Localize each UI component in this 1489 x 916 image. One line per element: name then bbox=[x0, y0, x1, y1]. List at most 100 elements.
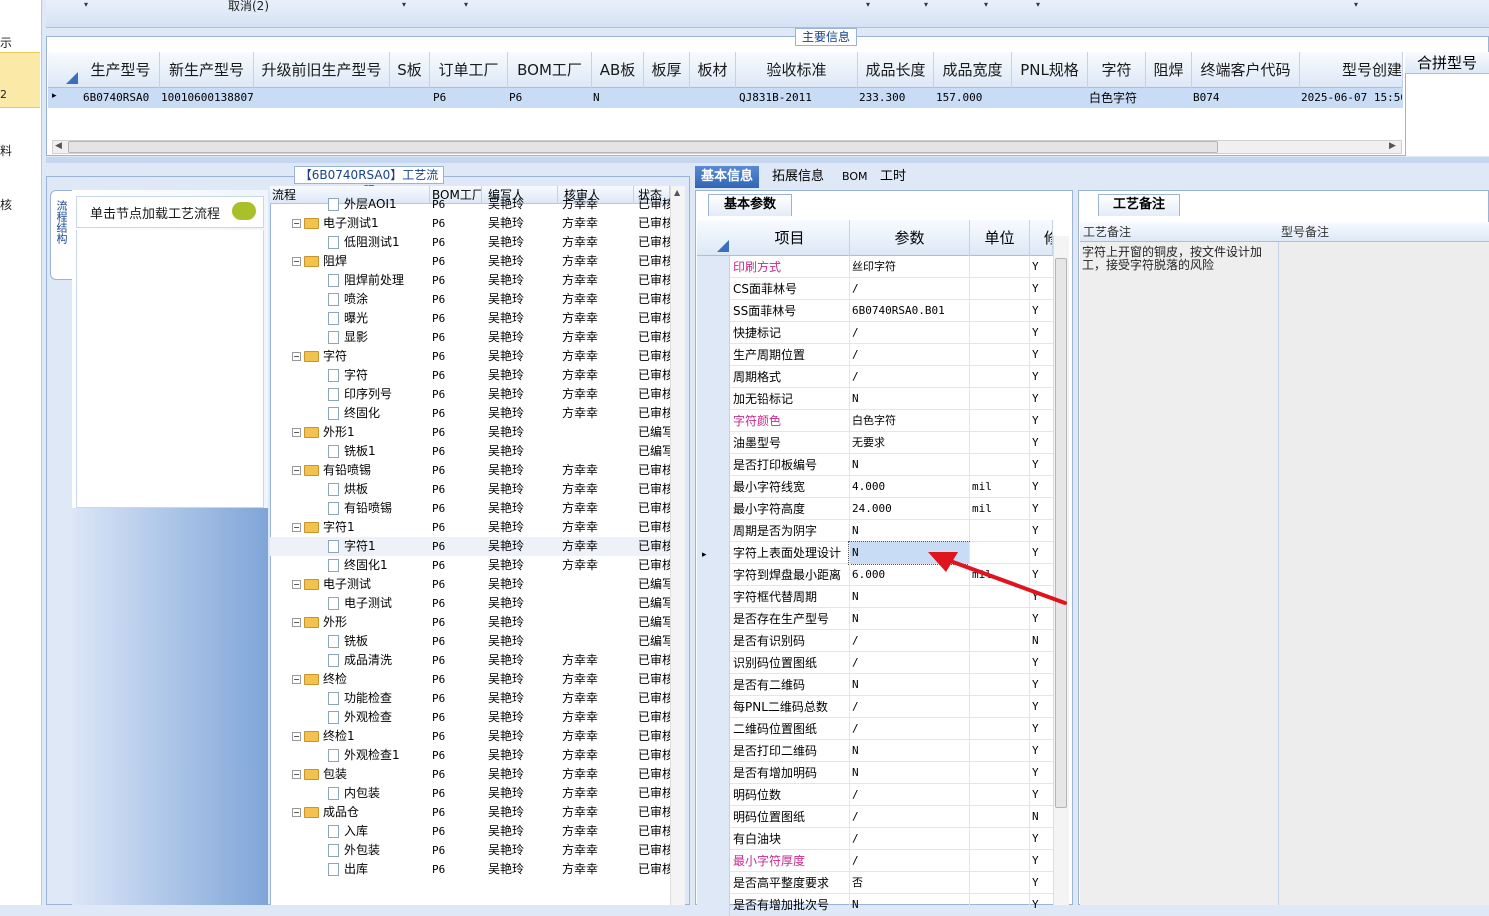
param-row[interactable]: 快捷标记 / Y bbox=[697, 322, 1053, 344]
param-row[interactable]: 最小字符高度 24.000 mil Y bbox=[697, 498, 1053, 520]
params-col-header[interactable]: 项目 bbox=[730, 220, 850, 256]
cell[interactable]: 白色字符 bbox=[1086, 88, 1146, 108]
cancel-button[interactable]: 取消(2) bbox=[228, 0, 269, 14]
dropdown-arrow-icon[interactable]: ▾ bbox=[866, 0, 870, 9]
param-row[interactable]: 字符颜色 白色字符 Y bbox=[697, 410, 1053, 432]
tree-node[interactable]: − 字符 bbox=[292, 347, 347, 366]
tree-node[interactable]: − 终检1 bbox=[292, 727, 355, 746]
tree-node[interactable]: 外观检查 bbox=[328, 708, 392, 727]
tree-row[interactable]: 铣板1 P6 吴艳玲 已编写 bbox=[270, 442, 670, 461]
tree-node[interactable]: − 电子测试 bbox=[292, 575, 371, 594]
dropdown-arrow-icon[interactable]: ▾ bbox=[464, 0, 468, 9]
tree-node[interactable]: − 外形1 bbox=[292, 423, 355, 442]
param-value[interactable]: / bbox=[849, 344, 969, 366]
param-value[interactable]: / bbox=[849, 652, 969, 674]
param-row[interactable]: 是否有二维码 N Y bbox=[697, 674, 1053, 696]
col-header[interactable]: AB板 bbox=[592, 52, 644, 88]
col-header[interactable]: 升级前旧生产型号 bbox=[254, 52, 390, 88]
tree-row[interactable]: − 字符1 P6 吴艳玲 方幸幸 已审核 bbox=[270, 518, 670, 537]
collapse-icon[interactable]: − bbox=[292, 219, 301, 228]
left-nav-item-2[interactable]: 料 bbox=[0, 142, 42, 159]
param-value[interactable]: / bbox=[849, 366, 969, 388]
tree-row[interactable]: 显影 P6 吴艳玲 方幸幸 已审核 bbox=[270, 328, 670, 347]
col-header[interactable]: 新生产型号 bbox=[160, 52, 254, 88]
scroll-up-icon[interactable]: ▲ bbox=[674, 188, 680, 197]
col-header[interactable]: PNL规格 bbox=[1012, 52, 1088, 88]
tree-row[interactable]: 曝光 P6 吴艳玲 方幸幸 已审核 bbox=[270, 309, 670, 328]
collapse-icon[interactable]: − bbox=[292, 618, 301, 627]
param-value[interactable]: 丝印字符 bbox=[849, 256, 969, 278]
tree-node[interactable]: 显影 bbox=[328, 328, 368, 347]
param-row[interactable]: 是否有增加批次号 N Y bbox=[697, 894, 1053, 916]
param-row[interactable]: 生产周期位置 / Y bbox=[697, 344, 1053, 366]
tab-extended-info[interactable]: 拓展信息 bbox=[766, 166, 830, 188]
tree-node[interactable]: 成品清洗 bbox=[328, 651, 392, 670]
tree-row[interactable]: 铣板 P6 吴艳玲 已编写 bbox=[270, 632, 670, 651]
tree-node[interactable]: 终固化1 bbox=[328, 556, 388, 575]
col-header[interactable]: 成品宽度 bbox=[934, 52, 1012, 88]
param-value[interactable]: / bbox=[849, 806, 969, 828]
param-value[interactable]: N bbox=[849, 674, 969, 696]
tree-row[interactable]: − 终检1 P6 吴艳玲 方幸幸 已审核 bbox=[270, 727, 670, 746]
tree-node[interactable]: 烘板 bbox=[328, 480, 368, 499]
left-nav-item-0[interactable]: 示 bbox=[0, 34, 42, 51]
tree-row[interactable]: 有铅喷锡 P6 吴艳玲 方幸幸 已审核 bbox=[270, 499, 670, 518]
tree-node[interactable]: 有铅喷锡 bbox=[328, 499, 392, 518]
param-value[interactable]: / bbox=[849, 784, 969, 806]
tab-basic-params[interactable]: 基本参数 bbox=[708, 194, 792, 216]
col-header[interactable]: 验收标准 bbox=[736, 52, 858, 88]
params-col-header[interactable]: 单位 bbox=[970, 220, 1030, 256]
param-value[interactable]: 否 bbox=[849, 872, 969, 894]
tree-node[interactable]: − 成品仓 bbox=[292, 803, 359, 822]
tree-vertical-scrollbar[interactable]: ▲ bbox=[670, 186, 685, 905]
dropdown-arrow-icon[interactable]: ▾ bbox=[924, 0, 928, 9]
tree-node[interactable]: 字符 bbox=[328, 366, 368, 385]
tree-row[interactable]: − 包装 P6 吴艳玲 方幸幸 已审核 bbox=[270, 765, 670, 784]
param-row[interactable]: 最小字符线宽 4.000 mil Y bbox=[697, 476, 1053, 498]
param-row[interactable]: 明码位置图纸 / N bbox=[697, 806, 1053, 828]
col-header[interactable]: 订单工厂 bbox=[430, 52, 508, 88]
tree-row[interactable]: − 电子测试 P6 吴艳玲 已编写 bbox=[270, 575, 670, 594]
param-value[interactable]: / bbox=[849, 718, 969, 740]
collapse-icon[interactable]: − bbox=[292, 257, 301, 266]
cell[interactable]: 10010600138807 bbox=[158, 88, 254, 108]
tab-process-notes[interactable]: 工艺备注 bbox=[1098, 194, 1180, 216]
tree-row[interactable]: 外层AOI1 P6 吴艳玲 方幸幸 已审核 bbox=[270, 195, 670, 214]
col-header[interactable]: 成品长度 bbox=[858, 52, 934, 88]
param-row[interactable]: 加无铅标记 N Y bbox=[697, 388, 1053, 410]
param-row[interactable]: 每PNL二维码总数 / Y bbox=[697, 696, 1053, 718]
dropdown-arrow-icon[interactable]: ▾ bbox=[984, 0, 988, 9]
param-value[interactable]: / bbox=[849, 828, 969, 850]
params-col-header[interactable]: 修 bbox=[1030, 220, 1053, 256]
collapse-icon[interactable]: − bbox=[292, 675, 301, 684]
col-header[interactable]: 生产型号 bbox=[82, 52, 160, 88]
param-value[interactable]: 无要求 bbox=[849, 432, 969, 454]
param-value[interactable]: N bbox=[849, 740, 969, 762]
col-header[interactable]: 板材 bbox=[690, 52, 736, 88]
param-value[interactable]: 白色字符 bbox=[849, 410, 969, 432]
tree-node[interactable]: − 字符1 bbox=[292, 518, 355, 537]
collapse-icon[interactable]: − bbox=[292, 808, 301, 817]
tree-row[interactable]: 外观检查1 P6 吴艳玲 方幸幸 已审核 bbox=[270, 746, 670, 765]
scroll-right-icon[interactable]: ▶ bbox=[1389, 141, 1396, 151]
param-row[interactable]: 是否高平整度要求 否 Y bbox=[697, 872, 1053, 894]
param-value[interactable]: 24.000 bbox=[849, 498, 969, 520]
col-header[interactable]: 终端客户代码 bbox=[1192, 52, 1300, 88]
param-value[interactable]: / bbox=[849, 850, 969, 872]
tree-node[interactable]: 铣板1 bbox=[328, 442, 376, 461]
param-value[interactable]: N bbox=[849, 454, 969, 476]
tree-node[interactable]: − 包装 bbox=[292, 765, 347, 784]
param-row[interactable]: 二维码位置图纸 / Y bbox=[697, 718, 1053, 740]
param-row[interactable]: 油墨型号 无要求 Y bbox=[697, 432, 1053, 454]
tree-node[interactable]: 入库 bbox=[328, 822, 368, 841]
param-value[interactable]: N bbox=[849, 894, 969, 916]
collapse-icon[interactable]: − bbox=[292, 466, 301, 475]
tree-node[interactable]: − 有铅喷锡 bbox=[292, 461, 371, 480]
scrollbar-thumb[interactable] bbox=[68, 141, 1218, 153]
collapse-icon[interactable]: − bbox=[292, 580, 301, 589]
cell[interactable]: N bbox=[590, 88, 630, 108]
tree-node[interactable]: − 终检 bbox=[292, 670, 347, 689]
process-note-text[interactable]: 字符上开窗的铜皮，按文件设计加工，接受字符脱落的风险 bbox=[1082, 246, 1262, 272]
param-row[interactable]: 是否打印板编号 N Y bbox=[697, 454, 1053, 476]
param-value[interactable]: / bbox=[849, 630, 969, 652]
